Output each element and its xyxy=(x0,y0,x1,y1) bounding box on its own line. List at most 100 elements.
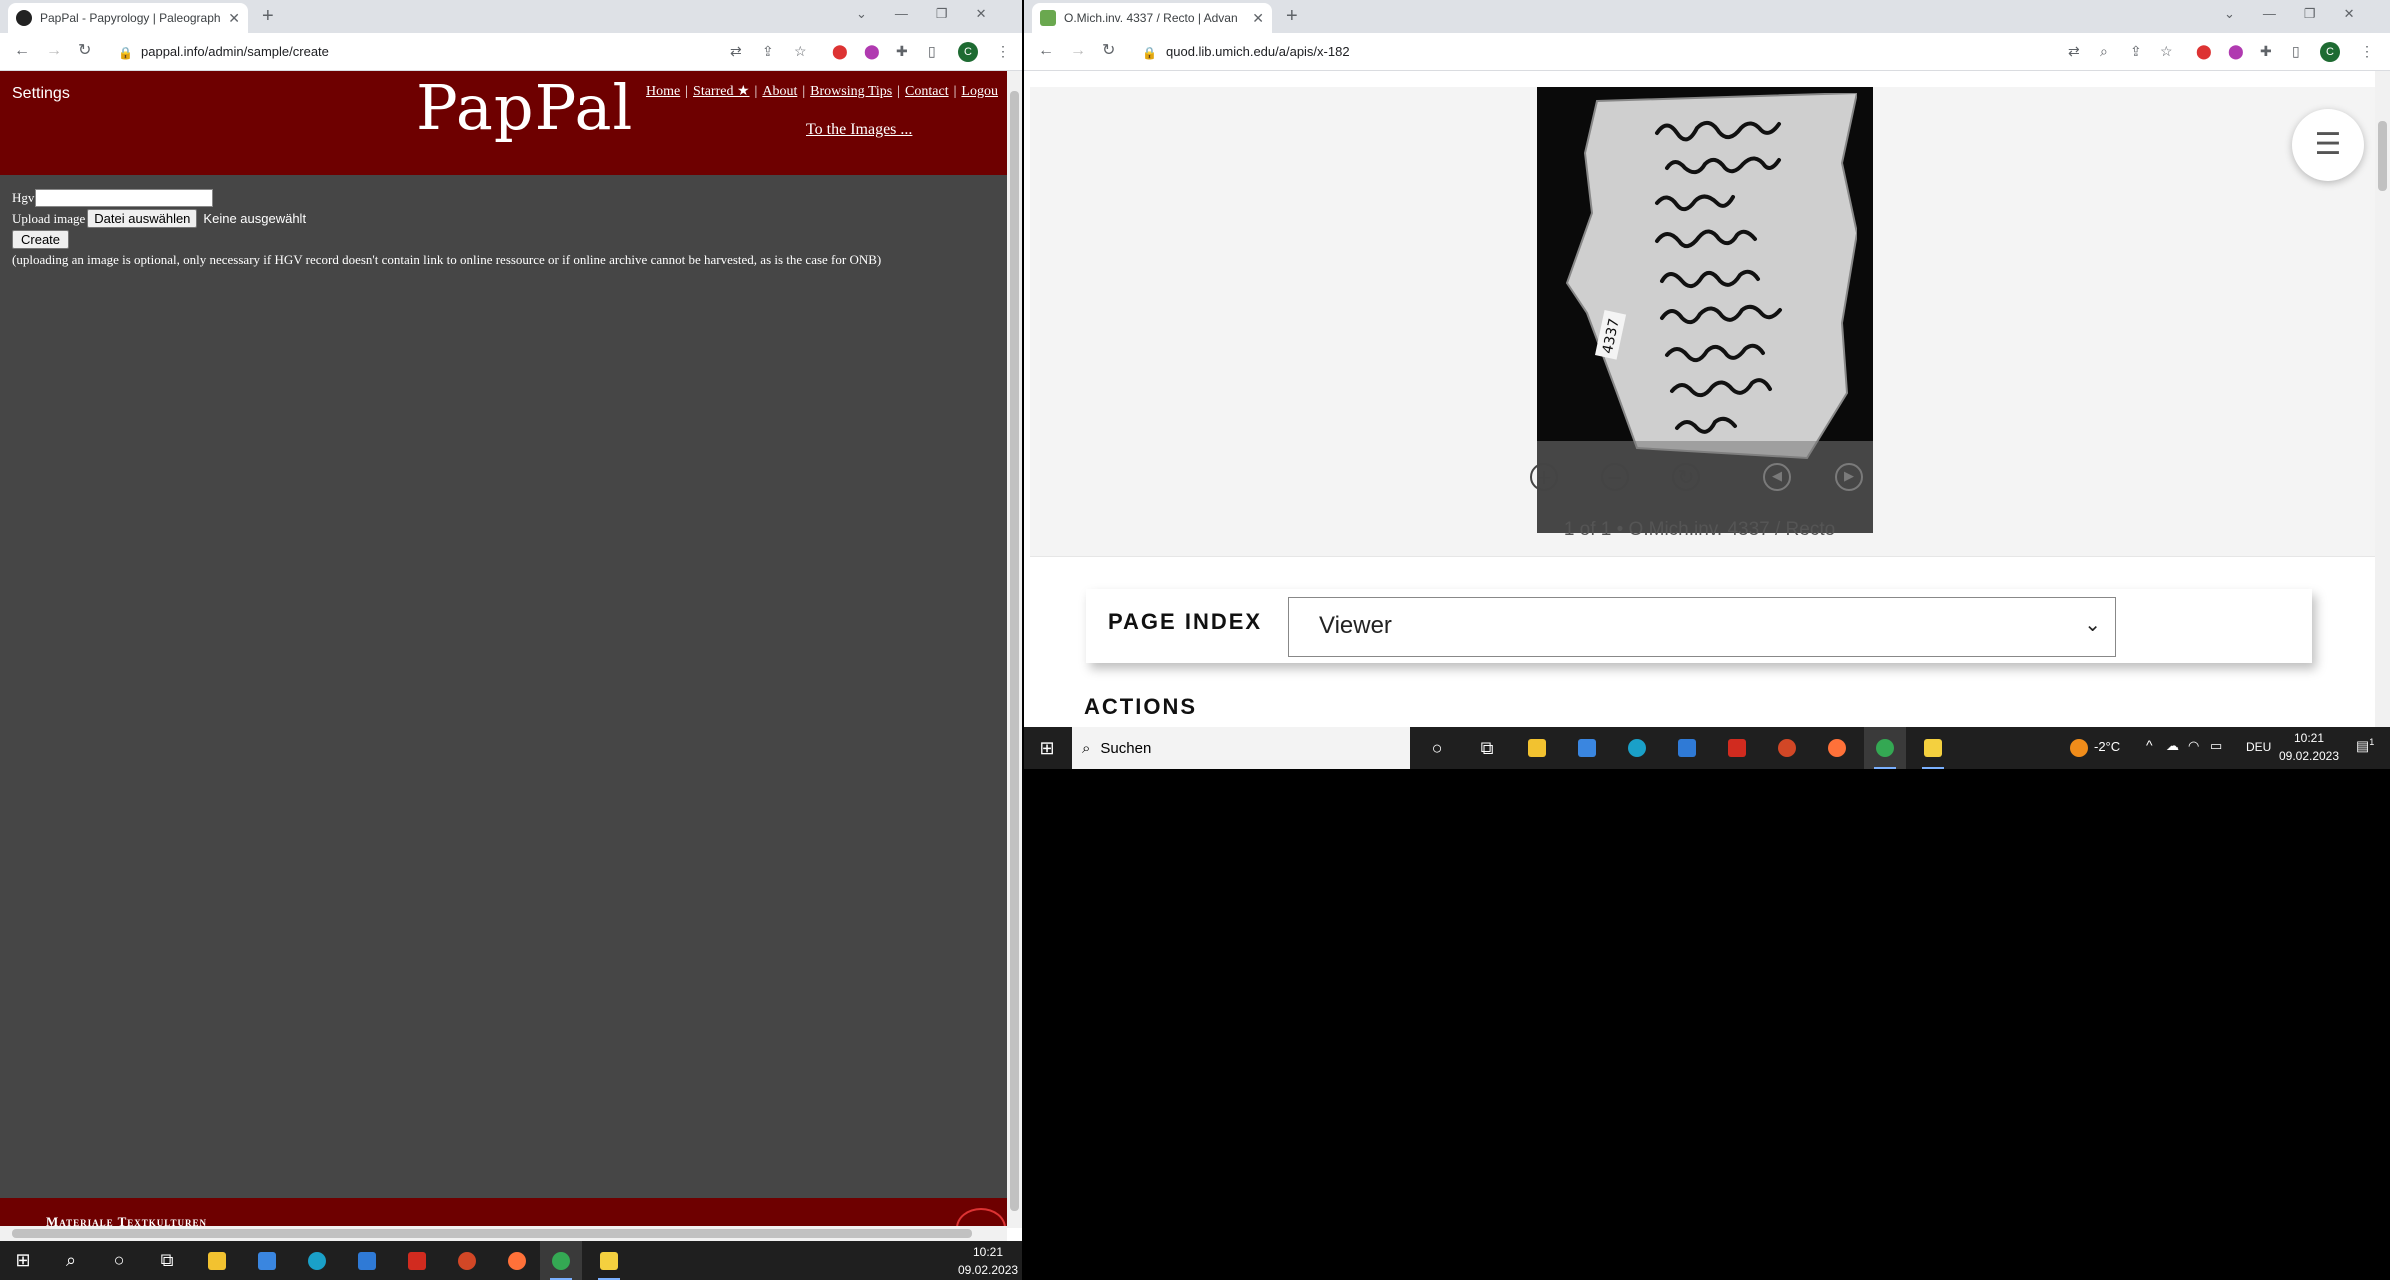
vertical-scrollbar[interactable] xyxy=(1007,71,1022,1228)
bookmark-star-icon[interactable]: ☆ xyxy=(2160,43,2173,59)
minimize-icon[interactable]: — xyxy=(2263,6,2276,22)
restore-icon[interactable]: ❐ xyxy=(2304,6,2316,22)
choose-file-button[interactable]: Datei auswählen xyxy=(87,209,198,228)
nav-browsing-tips[interactable]: Browsing Tips xyxy=(810,84,892,99)
firefox-icon[interactable] xyxy=(1816,727,1858,769)
search-icon[interactable]: ⌕ xyxy=(50,1241,92,1280)
menu-icon[interactable]: ⋮ xyxy=(996,43,1010,59)
nav-home[interactable]: Home xyxy=(646,84,680,99)
extension-red-icon[interactable]: ⬤ xyxy=(832,43,848,59)
address-bar[interactable]: pappal.info/admin/sample/create xyxy=(141,44,329,59)
address-bar[interactable]: quod.lib.umich.edu/a/apis/x-182 xyxy=(1166,44,1350,59)
cortana-icon[interactable]: ○ xyxy=(98,1241,140,1280)
minimize-icon[interactable]: — xyxy=(895,6,908,22)
system-clock[interactable]: 10:21 09.02.2023 xyxy=(2276,729,2342,765)
back-icon[interactable]: ← xyxy=(1038,42,1054,60)
store-icon[interactable] xyxy=(246,1241,288,1280)
scroll-thumb[interactable] xyxy=(2378,121,2387,191)
weather-temp[interactable]: -2°C xyxy=(2094,739,2120,754)
file-explorer-icon[interactable] xyxy=(196,1241,238,1280)
file-explorer-icon[interactable] xyxy=(1516,727,1558,769)
input-language[interactable]: DEU xyxy=(2246,740,2271,754)
zoom-out-icon[interactable]: − xyxy=(1601,463,1629,491)
mail-icon[interactable] xyxy=(346,1241,388,1280)
forward-icon[interactable]: → xyxy=(46,42,62,60)
hgv-input[interactable] xyxy=(35,188,214,207)
cortana-icon[interactable]: ○ xyxy=(1416,727,1458,769)
page-index-select[interactable]: Viewer ⌄ xyxy=(1288,597,2116,657)
translate-icon[interactable]: ⇄ xyxy=(730,43,742,59)
side-panel-icon[interactable]: ▯ xyxy=(2292,43,2300,59)
reload-icon[interactable]: ↻ xyxy=(78,42,91,60)
extension-red-icon[interactable]: ⬤ xyxy=(2196,43,2212,59)
nav-about[interactable]: About xyxy=(762,84,797,99)
tab-pappal[interactable]: PapPal - Papyrology | Paleograph ✕ xyxy=(8,3,248,33)
side-panel-icon[interactable]: ▯ xyxy=(928,43,936,59)
sticky-notes-icon[interactable] xyxy=(1912,727,1954,769)
powerpoint-icon[interactable] xyxy=(446,1241,488,1280)
extension-purple-icon[interactable]: ⬤ xyxy=(864,43,880,59)
tab-apis[interactable]: O.Mich.inv. 4337 / Recto | Advan ✕ xyxy=(1032,3,1272,33)
rotate-icon[interactable]: ↻ xyxy=(1672,463,1700,491)
scroll-thumb[interactable] xyxy=(1010,91,1019,1211)
translate-icon[interactable]: ⇄ xyxy=(2068,43,2080,59)
create-button[interactable]: Create xyxy=(12,230,70,249)
scroll-thumb[interactable] xyxy=(12,1229,972,1238)
powerpoint-icon[interactable] xyxy=(1766,727,1808,769)
windows-start-icon[interactable]: ⊞ xyxy=(2,1241,44,1280)
chrome-icon[interactable] xyxy=(1864,727,1906,769)
horizontal-scrollbar[interactable] xyxy=(0,1226,1007,1241)
onedrive-icon[interactable]: ☁ xyxy=(2166,738,2179,754)
extensions-puzzle-icon[interactable]: ✚ xyxy=(896,43,908,59)
profile-avatar[interactable]: C xyxy=(958,42,978,62)
nav-contact[interactable]: Contact xyxy=(905,84,949,99)
task-view-icon[interactable]: ⧉ xyxy=(146,1241,188,1280)
close-window-icon[interactable]: ✕ xyxy=(2344,6,2355,22)
close-window-icon[interactable]: ✕ xyxy=(976,6,987,22)
acrobat-icon[interactable] xyxy=(1716,727,1758,769)
close-tab-icon[interactable]: ✕ xyxy=(228,10,240,27)
new-tab-icon[interactable]: + xyxy=(262,6,274,26)
back-icon[interactable]: ← xyxy=(14,42,30,60)
edge-icon[interactable] xyxy=(296,1241,338,1280)
nav-starred[interactable]: Starred ★ xyxy=(693,84,749,99)
settings-link[interactable]: Settings xyxy=(12,85,70,103)
next-icon[interactable]: ▶ xyxy=(1835,463,1863,491)
taskbar-search-box[interactable]: ⌕ Suchen xyxy=(1072,727,1410,769)
store-icon[interactable] xyxy=(1566,727,1608,769)
new-tab-icon[interactable]: + xyxy=(1286,6,1298,26)
mail-icon[interactable] xyxy=(1666,727,1708,769)
edge-icon[interactable] xyxy=(1616,727,1658,769)
system-clock[interactable]: 10:21 09.02.2023 xyxy=(958,1243,1018,1279)
share-icon[interactable]: ⇪ xyxy=(762,43,774,59)
network-icon[interactable]: ◠ xyxy=(2188,738,2199,754)
pappal-logo[interactable]: PapPal xyxy=(416,71,633,144)
previous-icon[interactable]: ◀ xyxy=(1763,463,1791,491)
zoom-icon[interactable]: ⌕ xyxy=(2100,43,2108,59)
extension-purple-icon[interactable]: ⬤ xyxy=(2228,43,2244,59)
tray-chevron-icon[interactable]: ^ xyxy=(2146,737,2153,753)
task-view-icon[interactable]: ⧉ xyxy=(1466,727,1508,769)
sticky-notes-icon[interactable] xyxy=(588,1241,630,1280)
weather-icon[interactable] xyxy=(2070,739,2088,757)
acrobat-icon[interactable] xyxy=(396,1241,438,1280)
vertical-scrollbar[interactable] xyxy=(2375,71,2390,727)
profile-avatar[interactable]: C xyxy=(2320,42,2340,62)
tab-search-icon[interactable]: ⌄ xyxy=(856,6,867,22)
forward-icon[interactable]: → xyxy=(1070,42,1086,60)
chrome-icon[interactable] xyxy=(540,1241,582,1280)
firefox-icon[interactable] xyxy=(496,1241,538,1280)
menu-icon[interactable]: ⋮ xyxy=(2360,43,2374,59)
share-icon[interactable]: ⇪ xyxy=(2130,43,2142,59)
reload-icon[interactable]: ↻ xyxy=(1102,42,1115,60)
extensions-puzzle-icon[interactable]: ✚ xyxy=(2260,43,2272,59)
close-tab-icon[interactable]: ✕ xyxy=(1252,10,1264,27)
notification-center-icon[interactable]: ▤1 xyxy=(2356,737,2374,755)
viewer-settings-icon[interactable]: ☰ xyxy=(2292,109,2364,181)
restore-icon[interactable]: ❐ xyxy=(936,6,948,22)
nav-logout[interactable]: Logou xyxy=(961,84,998,99)
zoom-in-icon[interactable]: + xyxy=(1530,463,1558,491)
battery-icon[interactable]: ▭ xyxy=(2210,738,2222,754)
windows-start-icon[interactable]: ⊞ xyxy=(1026,727,1068,769)
to-the-images-link[interactable]: To the Images ... xyxy=(806,121,912,139)
